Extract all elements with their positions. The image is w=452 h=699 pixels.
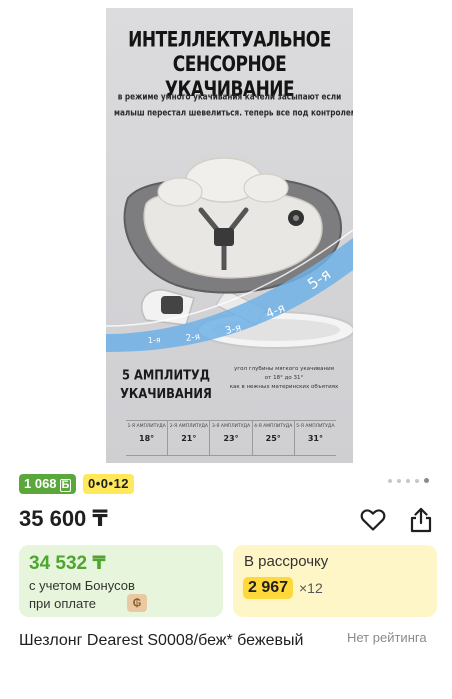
amplitude-table: 1-Я АМПЛИТУДА 18° 2-Я АМПЛИТУДА 21° 3-Я АМ… (126, 420, 336, 456)
pagination-dot[interactable] (406, 478, 410, 483)
amplitude-label: 1-Я АМПЛИТУДА (127, 424, 166, 429)
amplitude-label: 3-Я АМПЛИТУДА (211, 424, 251, 429)
bonus-badge[interactable]: 1 068 Б (19, 474, 77, 494)
installment-badge[interactable]: 0•0•12 (83, 474, 135, 494)
installment-label: В рассрочку (244, 553, 329, 570)
bonus-note-line2: при оплате (29, 596, 96, 611)
bonus-currency-icon: Б (59, 479, 72, 492)
angle-note: угол глубины мягкого укачивания от 18° д… (224, 365, 344, 392)
product-price: 35 600 ₸ (19, 506, 108, 531)
amplitude-cell: 3-Я АМПЛИТУДА 23° (210, 421, 253, 455)
product-photo[interactable]: ИНТЕЛЛЕКТУАЛЬНОЕ СЕНСОРНОЕ УКАЧИВАНИЕ в … (106, 8, 353, 463)
amplitude-value: 31° (307, 434, 323, 443)
bouncer-illustration: 1-я 2-я 3-я 4-я 5-я (106, 157, 353, 352)
level-label-2: 2-я (185, 332, 201, 344)
level-label-1: 1-я (148, 335, 161, 345)
photo-headline-line1: ИНТЕЛЛЕКТУАЛЬНОЕ (128, 27, 331, 53)
share-icon (410, 507, 432, 533)
bonus-coin-icon: ₲ (127, 594, 147, 612)
pagination-dot[interactable] (397, 478, 401, 483)
pagination-dot[interactable] (415, 478, 419, 483)
installment-multiplier: ×12 (299, 580, 323, 596)
amplitude-cell: 5-Я АМПЛИТУДА 31° (295, 421, 336, 455)
amplitude-value: 21° (181, 434, 197, 443)
amplitude-value: 23° (223, 434, 239, 443)
photo-subtitle-line1: в режиме умного укачивания качели засыпа… (117, 90, 342, 103)
bonus-price: 34 532 ₸ (29, 553, 106, 574)
amplitude-value: 25° (265, 434, 281, 443)
angle-note-line2: от 18° до 31° (264, 375, 304, 381)
pagination-dot-active[interactable] (424, 478, 429, 483)
amplitudes-title-line1: 5 АМПЛИТУД (121, 366, 211, 383)
bonus-badge-amount: 1 068 (24, 476, 57, 491)
amplitude-cell: 1-Я АМПЛИТУДА 18° (126, 421, 169, 455)
installment-card[interactable]: В рассрочку 2 967 ×12 (233, 545, 437, 617)
bonus-note-line1: с учетом Бонусов (29, 578, 135, 593)
bonus-price-card[interactable]: 34 532 ₸ с учетом Бонусов при оплате ₲ (19, 545, 223, 617)
amplitude-label: 5-Я АМПЛИТУДА (296, 424, 335, 429)
product-title: Шезлонг Dearest S0008/беж* бежевый (19, 632, 304, 649)
heart-icon (360, 509, 386, 531)
pagination-dot[interactable] (388, 478, 392, 483)
angle-note-line3: как в нежных материнских объятиях (229, 384, 339, 390)
product-gallery[interactable]: ИНТЕЛЛЕКТУАЛЬНОЕ СЕНСОРНОЕ УКАЧИВАНИЕ в … (0, 0, 452, 465)
installment-amount: 2 967 (243, 577, 294, 599)
rating-status[interactable]: Нет рейтинга (347, 630, 427, 645)
amplitudes-title: 5 АМПЛИТУД УКАЧИВАНИЯ (116, 366, 216, 403)
amplitudes-title-line2: УКАЧИВАНИЯ (120, 385, 212, 402)
amplitude-label: 2-Я АМПЛИТУДА (169, 424, 208, 429)
amplitude-value: 18° (139, 434, 155, 443)
favorite-button[interactable] (358, 505, 388, 535)
angle-note-line1: угол глубины мягкого укачивания (234, 366, 334, 372)
amplitude-cell: 4-Я АМПЛИТУДА 25° (253, 421, 295, 455)
photo-subtitle-line2: малыш перестал шевелиться. теперь все по… (114, 106, 353, 119)
amplitude-cell: 2-Я АМПЛИТУДА 21° (168, 421, 211, 455)
amplitude-label: 4-Я АМПЛИТУДА (254, 424, 293, 429)
share-button[interactable] (406, 505, 436, 535)
gallery-pagination (388, 478, 429, 483)
